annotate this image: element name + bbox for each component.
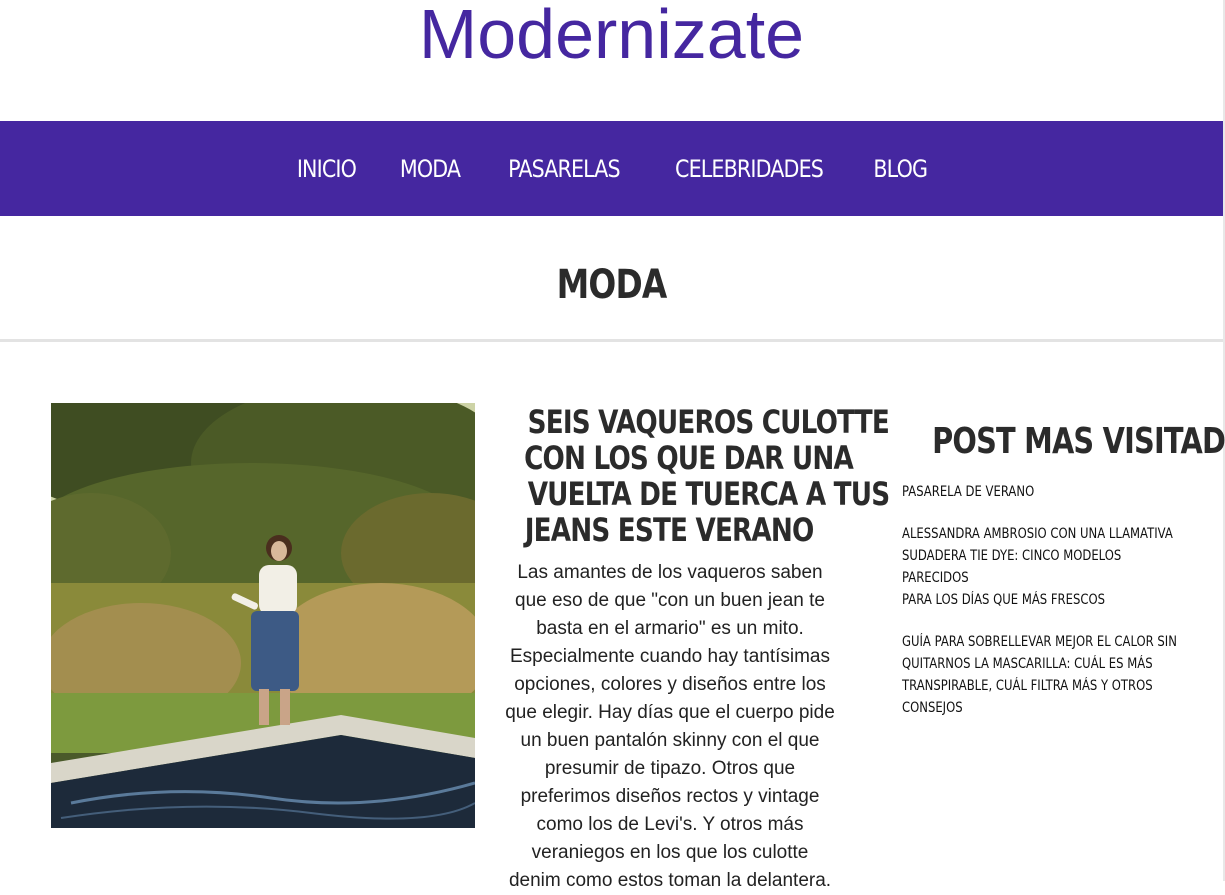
excerpt-line: opciones, colores y diseños entre los	[514, 674, 826, 695]
excerpt-line: presumir de tipazo. Otros que	[544, 758, 796, 779]
excerpt-line: denim como estos toman la delantera.	[508, 870, 832, 891]
excerpt-line: preferimos diseños rectos y vintage	[520, 786, 820, 807]
popular-post-link[interactable]: PASARELA DE VERANO	[902, 481, 1192, 503]
main-nav: INICIO MODA PASARELAS CELEBRIDADES BLOG	[0, 121, 1223, 216]
popular-posts-list: PASARELA DE VERANO ALESSANDRA AMBROSIO C…	[902, 481, 1192, 739]
popular-post-line[interactable]: PARA LOS DÍAS QUE MÁS FRESCOS	[902, 589, 1188, 611]
site-title[interactable]: Modernizate	[0, 0, 1223, 72]
popular-post-line[interactable]: GUÍA PARA SOBRELLEVAR MEJOR EL CALOR SIN	[902, 631, 1188, 653]
excerpt-line: Las amantes de los vaqueros saben	[517, 562, 823, 583]
article-excerpt: Las amantes de los vaqueros saben que es…	[493, 559, 847, 895]
popular-post-line[interactable]: QUITARNOS LA MASCARILLA: CUÁL ES MÁS	[902, 653, 1188, 675]
excerpt-line: un buen pantalón skinny con el que	[520, 730, 820, 751]
article-title-line[interactable]: JEANS ESTE VERANO	[525, 512, 815, 548]
nav-item-celebridades[interactable]: CELEBRIDADES	[675, 155, 824, 183]
popular-post-line[interactable]: ALESSANDRA AMBROSIO CON UNA LLAMATIVA	[902, 523, 1188, 545]
article-title[interactable]: SEIS VAQUEROS CULOTTE CON LOS QUE DAR UN…	[488, 404, 890, 548]
sidebar-title-text: POST MAS VISITADOS	[932, 421, 1225, 462]
sidebar-title: POST MAS VISITADOS	[890, 421, 1225, 462]
article-title-line[interactable]: CON LOS QUE DAR UNA	[524, 440, 854, 476]
nav-item-inicio[interactable]: INICIO	[297, 155, 357, 183]
excerpt-line: veraniegos en los que los culotte	[531, 842, 809, 863]
page-title: MODA	[556, 262, 668, 308]
divider	[0, 339, 1223, 342]
popular-post-link[interactable]: GUÍA PARA SOBRELLEVAR MEJOR EL CALOR SIN…	[902, 631, 1192, 719]
nav-item-blog[interactable]: BLOG	[873, 155, 928, 183]
excerpt-line: basta en el armario" es un mito.	[536, 618, 804, 639]
article-image[interactable]	[51, 403, 475, 828]
excerpt-line: que elegir. Hay días que el cuerpo pide	[505, 702, 835, 723]
article-title-line[interactable]: SEIS VAQUEROS CULOTTE	[528, 404, 890, 440]
popular-post-link[interactable]: ALESSANDRA AMBROSIO CON UNA LLAMATIVA SU…	[902, 523, 1192, 611]
popular-post-line[interactable]: PASARELA DE VERANO	[902, 481, 1188, 503]
article-title-line[interactable]: VUELTA DE TUERCA A TUS	[528, 476, 890, 512]
popular-post-line[interactable]: SUDADERA TIE DYE: CINCO MODELOS PARECIDO…	[902, 545, 1188, 589]
nav-item-moda[interactable]: MODA	[400, 155, 461, 183]
popular-post-line[interactable]: TRANSPIRABLE, CUÁL FILTRA MÁS Y OTROS	[902, 675, 1188, 697]
excerpt-line: como los de Levi's. Y otros más	[536, 814, 804, 835]
excerpt-line: Especialmente cuando hay tantísimas	[509, 646, 830, 667]
popular-post-line[interactable]: CONSEJOS	[902, 697, 1188, 719]
nav-item-pasarelas[interactable]: PASARELAS	[508, 155, 621, 183]
site-header: Modernizate	[0, 0, 1223, 121]
excerpt-line: que eso de que "con un buen jean te	[515, 590, 825, 611]
